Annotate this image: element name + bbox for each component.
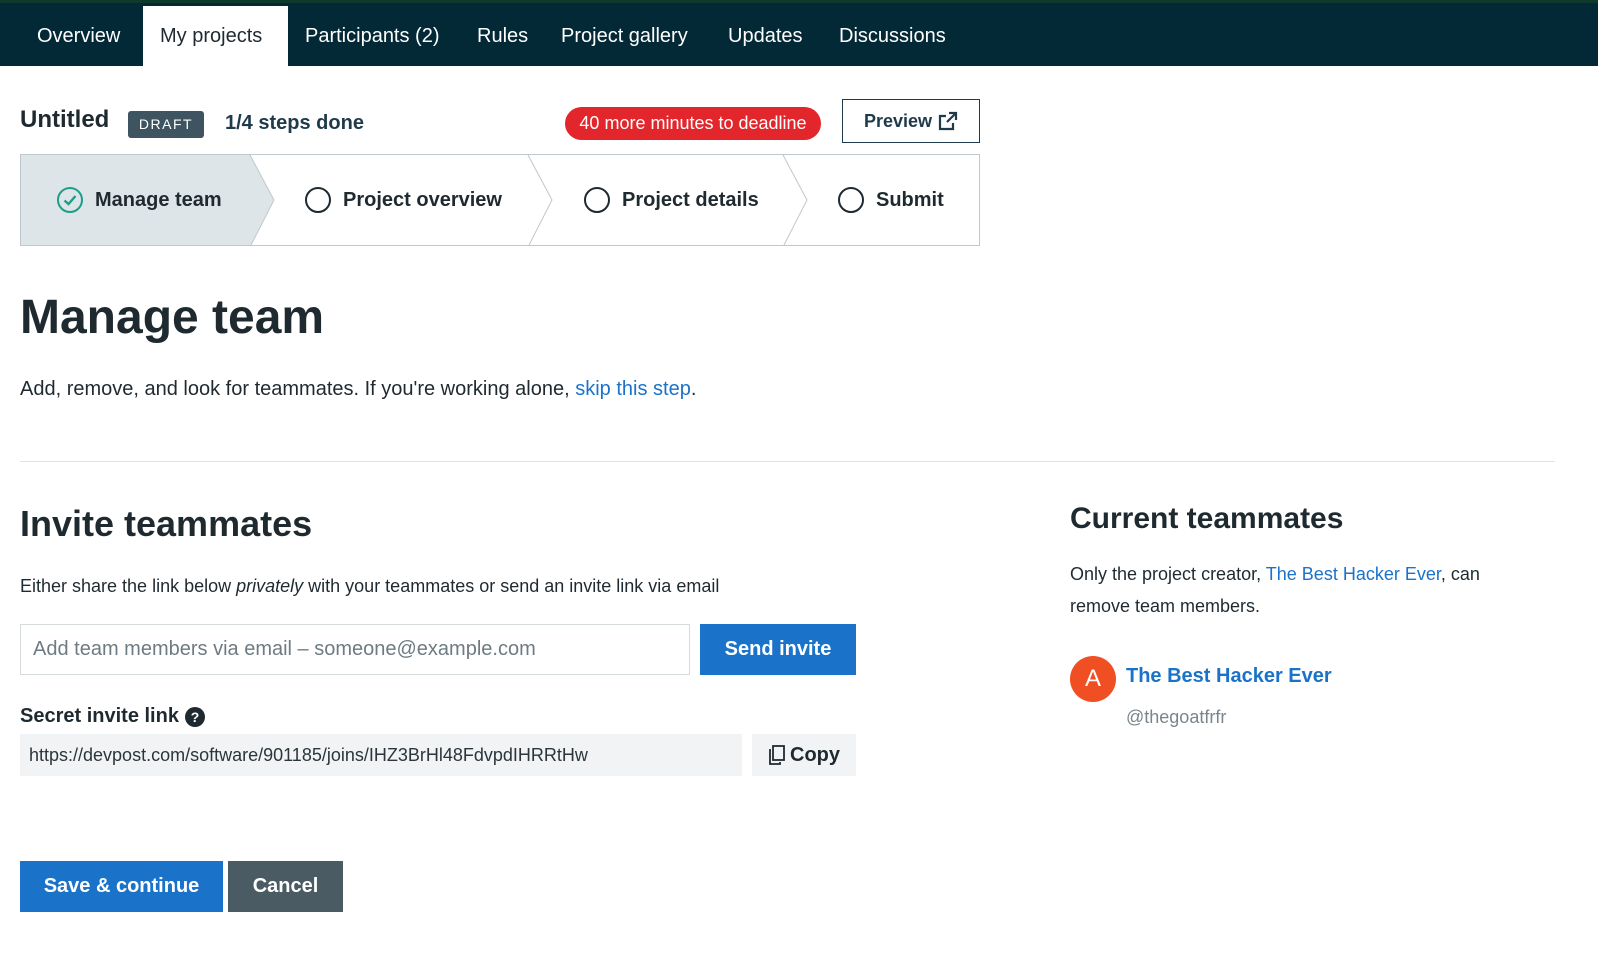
external-link-icon bbox=[938, 111, 958, 131]
skip-step-link[interactable]: skip this step bbox=[575, 378, 691, 400]
share-text-end: with your teammates or send an invite li… bbox=[303, 576, 720, 596]
preview-label: Preview bbox=[863, 110, 933, 131]
creator-note-start: Only the project creator, bbox=[1070, 564, 1266, 584]
step-manage-team[interactable]: Manage team bbox=[57, 155, 222, 245]
step-submit[interactable]: Submit bbox=[838, 155, 944, 245]
tab-updates[interactable]: Updates bbox=[711, 6, 820, 69]
cancel-button[interactable]: Cancel bbox=[228, 861, 343, 912]
avatar: A bbox=[1070, 656, 1116, 702]
intro-text-end: . bbox=[690, 378, 697, 400]
step-label: Manage team bbox=[95, 188, 222, 211]
tab-rules[interactable]: Rules bbox=[460, 6, 545, 69]
empty-circle-icon bbox=[584, 187, 610, 213]
step-label: Project overview bbox=[343, 188, 502, 211]
intro-text: Add, remove, and look for teammates. If … bbox=[20, 378, 696, 401]
preview-button[interactable]: Preview bbox=[842, 99, 980, 143]
page-title: Manage team bbox=[20, 291, 325, 344]
steps-progress: 1/4 steps done bbox=[225, 112, 364, 134]
step-project-details[interactable]: Project details bbox=[584, 155, 759, 245]
question-circle-icon[interactable]: ? bbox=[184, 706, 205, 727]
creator-link[interactable]: The Best Hacker Ever bbox=[1266, 564, 1441, 584]
send-invite-button[interactable]: Send invite bbox=[700, 624, 856, 675]
step-progress-bar: Manage team Project overview Project det… bbox=[20, 154, 980, 246]
clipboard-copy-icon bbox=[769, 745, 785, 765]
step-project-overview[interactable]: Project overview bbox=[305, 155, 502, 245]
secret-invite-label-text: Secret invite link bbox=[20, 705, 179, 727]
share-text-start: Either share the link below bbox=[20, 576, 237, 596]
step-label: Project details bbox=[622, 188, 759, 211]
invite-email-input[interactable] bbox=[20, 624, 690, 675]
share-text-emphasis: privately bbox=[236, 576, 304, 596]
project-title: Untitled bbox=[20, 106, 110, 133]
section-divider bbox=[20, 461, 1555, 462]
creator-note: Only the project creator, The Best Hacke… bbox=[1070, 558, 1540, 622]
tab-project-gallery[interactable]: Project gallery bbox=[544, 6, 705, 69]
secret-invite-label: Secret invite link ? bbox=[20, 705, 205, 728]
teammate-name-link[interactable]: The Best Hacker Ever bbox=[1126, 665, 1332, 688]
tab-my-projects[interactable]: My projects bbox=[143, 6, 288, 69]
top-nav: Overview My projects Participants (2) Ru… bbox=[0, 0, 1598, 69]
tab-participants[interactable]: Participants (2) bbox=[288, 6, 457, 69]
tab-overview[interactable]: Overview bbox=[20, 6, 137, 69]
empty-circle-icon bbox=[305, 187, 331, 213]
check-circle-icon bbox=[57, 187, 83, 213]
save-continue-button[interactable]: Save & continue bbox=[20, 861, 223, 912]
teammates-heading: Current teammates bbox=[1070, 502, 1344, 535]
invite-heading: Invite teammates bbox=[20, 503, 313, 544]
step-label: Submit bbox=[876, 188, 944, 211]
intro-text-start: Add, remove, and look for teammates. If … bbox=[20, 378, 576, 400]
empty-circle-icon bbox=[838, 187, 864, 213]
teammate-handle: @thegoatfrfr bbox=[1126, 707, 1227, 727]
tab-discussions[interactable]: Discussions bbox=[822, 6, 963, 69]
invite-link-field[interactable]: https://devpost.com/software/901185/join… bbox=[20, 734, 742, 776]
share-instructions: Either share the link below privately wi… bbox=[20, 576, 719, 597]
deadline-badge: 40 more minutes to deadline bbox=[565, 107, 821, 140]
copy-link-button[interactable]: Copy bbox=[752, 734, 856, 776]
copy-label: Copy bbox=[790, 743, 840, 766]
draft-badge: DRAFT bbox=[128, 111, 204, 138]
